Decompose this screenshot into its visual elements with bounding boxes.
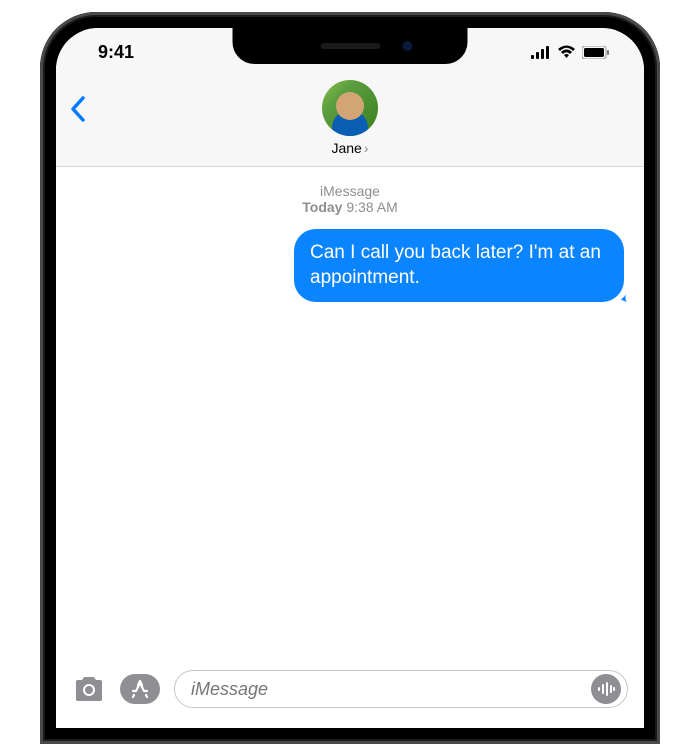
phone-frame: 9:41 Jane › <box>40 12 660 744</box>
time-label: 9:38 AM <box>346 199 397 215</box>
contact-name-label: Jane <box>331 140 361 156</box>
message-input[interactable] <box>191 679 591 700</box>
battery-icon <box>582 46 610 59</box>
message-input-container <box>174 670 628 708</box>
wifi-icon <box>557 45 576 59</box>
app-store-button[interactable] <box>120 674 160 704</box>
front-camera <box>403 41 413 51</box>
conversation-header: Jane › <box>56 76 644 167</box>
status-time: 9:41 <box>98 42 134 63</box>
chevron-right-icon: › <box>364 140 369 156</box>
screen: 9:41 Jane › <box>56 28 644 728</box>
back-button[interactable] <box>70 96 86 127</box>
message-bubble[interactable]: Can I call you back later? I'm at an app… <box>294 229 624 302</box>
message-row-sent: Can I call you back later? I'm at an app… <box>76 229 624 302</box>
service-label: iMessage <box>76 183 624 199</box>
compose-bar <box>56 660 644 728</box>
day-label: Today <box>302 199 342 215</box>
messages-area[interactable]: iMessage Today 9:38 AM Can I call you ba… <box>56 167 644 660</box>
contact-name-button[interactable]: Jane › <box>331 140 368 156</box>
status-indicators <box>531 45 610 59</box>
audio-message-button[interactable] <box>591 674 621 704</box>
cellular-signal-icon <box>531 46 551 59</box>
speaker-grille <box>320 43 380 49</box>
notch <box>233 28 468 64</box>
timestamp-header: iMessage Today 9:38 AM <box>76 183 624 215</box>
camera-button[interactable] <box>72 675 106 703</box>
contact-avatar[interactable] <box>322 80 378 136</box>
